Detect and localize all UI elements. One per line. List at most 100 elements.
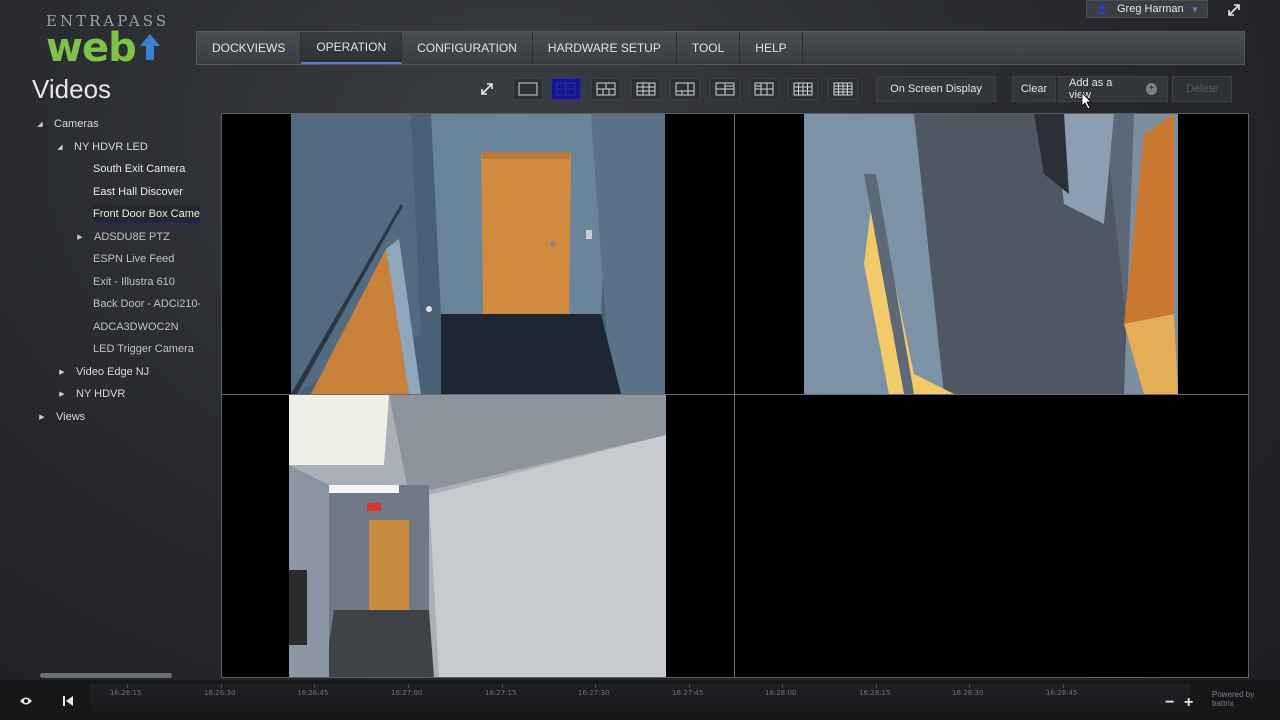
- menu-operation[interactable]: OPERATION: [301, 32, 403, 64]
- tick-mark: [782, 684, 783, 688]
- tick-mark: [595, 684, 596, 688]
- tree-label: ADSDU8E PTZ: [94, 231, 170, 243]
- caret-right-icon: ▶: [39, 414, 45, 421]
- tick-label: 16:28:15: [859, 689, 891, 697]
- user-name: Greg Harman: [1117, 3, 1184, 15]
- tree-camera-adca3dwoc2n[interactable]: ADCA3DWOC2N: [93, 318, 179, 336]
- tick-label: 16:28:30: [952, 689, 984, 697]
- menu-hardware-setup[interactable]: HARDWARE SETUP: [533, 32, 677, 64]
- tree-label: NY HDVR: [76, 388, 126, 400]
- layout-2x2-icon: [556, 82, 576, 96]
- timeline-zoom-out-button[interactable]: −: [1165, 694, 1174, 712]
- tree-node-ny-hdvr[interactable]: ▶ NY HDVR: [58, 385, 125, 403]
- tick-mark: [127, 684, 128, 688]
- tree-camera-east-hall[interactable]: East Hall Discover: [93, 183, 183, 201]
- fullscreen-button[interactable]: [1222, 0, 1246, 20]
- layout-4x4-icon: [833, 82, 853, 96]
- tree-node-views[interactable]: ▶ Views: [38, 408, 85, 426]
- tick-mark: [502, 684, 503, 688]
- add-as-view-label: Add as a view: [1069, 77, 1113, 101]
- tick-label: 16:26:45: [297, 689, 329, 697]
- playback-timeline: 16:26:15 16:26:30 16:26:45 16:27:00 16:2…: [0, 680, 1280, 720]
- timeline-zoom-in-button[interactable]: +: [1184, 694, 1193, 712]
- camera-feed-hallway-doors: [291, 114, 665, 394]
- add-as-view-button[interactable]: Add as a view +: [1058, 76, 1168, 102]
- tick-label: 16:27:30: [578, 689, 610, 697]
- layout-4x3-button[interactable]: [788, 78, 818, 100]
- layout-3x2-button[interactable]: [749, 78, 779, 100]
- layout-1x1-icon: [518, 82, 538, 96]
- clear-button[interactable]: Clear: [1012, 76, 1056, 102]
- layout-4x4-button[interactable]: [828, 78, 858, 100]
- live-view-button[interactable]: [18, 694, 34, 708]
- tick-mark: [689, 684, 690, 688]
- layout-1plus3-button[interactable]: [591, 78, 621, 100]
- tree-camera-south-exit[interactable]: South Exit Camera: [93, 160, 185, 178]
- on-screen-display-button[interactable]: On Screen Display: [876, 76, 996, 102]
- menu-configuration[interactable]: CONFIGURATION: [402, 32, 533, 64]
- logo-arrow-icon: [140, 34, 160, 60]
- caret-right-icon: ▶: [59, 391, 65, 398]
- tick-mark: [221, 684, 222, 688]
- caret-right-icon: ▶: [59, 369, 65, 376]
- tree-node-cameras[interactable]: ◢ Cameras: [36, 115, 99, 133]
- tree-camera-adsdu8e-ptz[interactable]: ▶ ADSDU8E PTZ: [76, 228, 170, 246]
- chevron-down-icon: ▼: [1191, 4, 1199, 14]
- tree-camera-led-trigger[interactable]: LED Trigger Camera: [93, 340, 194, 358]
- menu-dockviews[interactable]: DOCKVIEWS: [197, 32, 302, 64]
- layout-2plus4-button[interactable]: [710, 78, 740, 100]
- entrapass-web-logo: ENTRAPASS web: [46, 12, 169, 68]
- caret-down-icon: ◢: [37, 121, 43, 128]
- tick-label: 16:26:30: [204, 689, 236, 697]
- grid-divider-horizontal: [222, 394, 1248, 395]
- tick-label: 16:27:00: [391, 689, 423, 697]
- video-grid: [221, 113, 1249, 678]
- caret-down-icon: ◢: [57, 144, 63, 151]
- tree-label: Cameras: [54, 118, 99, 130]
- layout-2x2-button[interactable]: [551, 78, 581, 100]
- tree-label: Video Edge NJ: [76, 366, 150, 378]
- tree-node-video-edge-nj[interactable]: ▶ Video Edge NJ: [58, 363, 149, 381]
- skip-back-icon: [63, 696, 73, 706]
- caret-right-icon: ▶: [77, 234, 83, 241]
- tick-label: 16:26:15: [110, 689, 142, 697]
- camera-feed-corridor: [804, 114, 1178, 394]
- video-cell-3[interactable]: [222, 395, 734, 677]
- tick-mark: [1063, 684, 1064, 688]
- tick-mark: [969, 684, 970, 688]
- logo-web-text: web: [46, 25, 137, 71]
- tree-camera-espn-live[interactable]: ESPN Live Feed: [93, 250, 174, 268]
- layout-1plus5-icon: [675, 82, 695, 96]
- layout-3x3-button[interactable]: [631, 78, 661, 100]
- eye-icon: [20, 697, 32, 705]
- layout-2plus4-icon: [715, 82, 735, 96]
- expand-icon: [1228, 4, 1240, 16]
- expand-video-button[interactable]: [476, 76, 498, 102]
- tick-label: 16:28:00: [765, 689, 797, 697]
- user-menu[interactable]: Greg Harman ▼: [1086, 0, 1208, 18]
- video-cell-4-empty[interactable]: [735, 395, 1248, 677]
- tick-label: 16:28:45: [1046, 689, 1078, 697]
- layout-1x1-button[interactable]: [513, 78, 543, 100]
- tree-label: NY HDVR LED: [74, 141, 148, 153]
- menu-tool[interactable]: TOOL: [677, 32, 741, 64]
- video-cell-1[interactable]: [222, 114, 734, 394]
- tree-horizontal-scrollbar[interactable]: [40, 673, 172, 678]
- tree-camera-back-door[interactable]: Back Door - ADCi210-D: [93, 295, 200, 313]
- layout-1plus5-button[interactable]: [670, 78, 700, 100]
- tick-label: 16:27:15: [485, 689, 517, 697]
- expand-icon: [481, 83, 493, 95]
- video-cell-2[interactable]: [735, 114, 1248, 394]
- delete-button[interactable]: Delete: [1172, 76, 1232, 102]
- camera-feed-exit-hallway: [289, 395, 666, 677]
- skip-to-start-button[interactable]: [60, 694, 76, 708]
- tick-label: 16:27:45: [672, 689, 704, 697]
- tree-node-ny-hdvr-led[interactable]: ◢ NY HDVR LED: [56, 138, 148, 156]
- layout-3x3-icon: [636, 82, 656, 96]
- tree-camera-front-door[interactable]: Front Door Box Camera: [93, 205, 200, 223]
- powered-by-text: Powered by: [1212, 690, 1255, 699]
- timeline-track[interactable]: 16:26:15 16:26:30 16:26:45 16:27:00 16:2…: [90, 684, 1190, 714]
- menu-help[interactable]: HELP: [740, 32, 803, 64]
- tree-camera-exit-illustra[interactable]: Exit - Illustra 610: [93, 273, 175, 291]
- mouse-cursor-icon: [1081, 92, 1092, 110]
